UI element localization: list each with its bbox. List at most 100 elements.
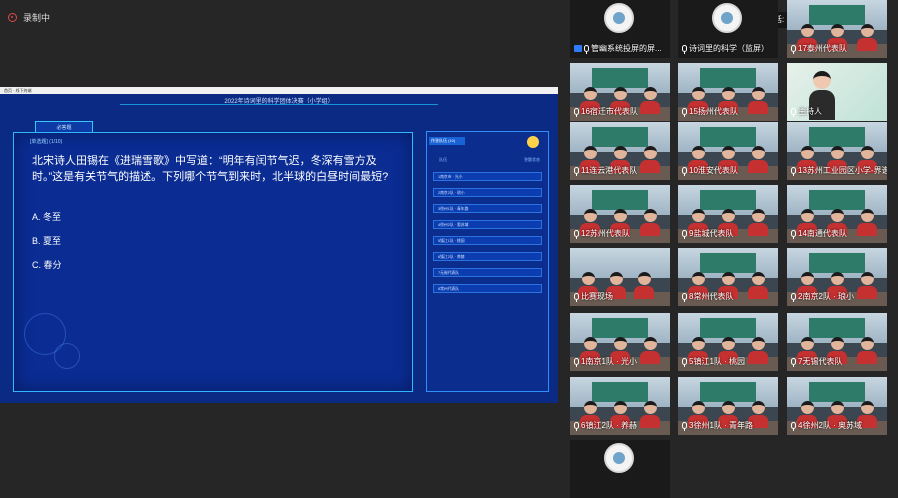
option-c: C. 春分 <box>32 260 62 270</box>
recording-indicator[interactable]: 录制中 <box>8 11 50 24</box>
microphone-icon <box>574 358 579 367</box>
question-text: 北宋诗人田锡在《进瑞雪歌》中写道：“明年有闰节气迟，冬深有雪方及时。”这是有关节… <box>32 155 389 183</box>
participant-tile[interactable]: 主持人 <box>787 63 887 121</box>
student-video <box>748 337 768 364</box>
student-video <box>748 272 768 299</box>
participant-tile[interactable]: 5镇江1队 · 桃园 <box>678 313 778 371</box>
participant-name-label: 15扬州代表队 <box>682 106 738 117</box>
shared-screen: 首页 · 线下终端 2022年诗词里的科学团体决赛（小学组） 必答题 [单选题]… <box>0 87 558 403</box>
participant-name-label: 17泰州代表队 <box>791 43 847 54</box>
column-team: 队伍 <box>439 157 447 162</box>
participant-tile[interactable]: 4徐州2队 · 奥苏域 <box>787 377 887 435</box>
team-row: 4徐州2队 · 奥苏域 <box>433 220 542 229</box>
classroom-screen <box>700 127 756 147</box>
classroom-screen <box>809 318 865 338</box>
avatar <box>604 443 634 473</box>
classroom-screen <box>592 68 648 88</box>
classroom-screen <box>592 190 648 210</box>
participant-name: 诗词里的科学（监屏） <box>689 44 769 53</box>
classroom-screen <box>809 253 865 273</box>
participant-tile[interactable]: 11连云港代表队 <box>570 122 670 180</box>
participant-name-label: 诗词里的科学（监屏） <box>682 43 769 54</box>
recording-label: 录制中 <box>23 13 51 23</box>
title-divider <box>120 104 438 105</box>
participant-tile[interactable]: 16宿迁市代表队 <box>570 63 670 121</box>
participant-name-label: 11连云港代表队 <box>574 165 637 176</box>
participant-name: 11连云港代表队 <box>581 166 638 175</box>
participant-name: 17泰州代表队 <box>798 44 847 53</box>
participant-name-label: 10淮安代表队 <box>682 165 738 176</box>
avatar <box>604 3 634 33</box>
participant-tile[interactable] <box>570 440 670 498</box>
participant-name: 12苏州代表队 <box>581 229 630 238</box>
participant-name: 5镇江1队 · 桃园 <box>689 357 746 366</box>
screen-share-icon <box>574 45 582 52</box>
participant-name-label: 9盐城代表队 <box>682 228 733 239</box>
participant-name-label: 比赛现场 <box>574 291 613 302</box>
participant-tile[interactable]: 8常州代表队 <box>678 248 778 306</box>
student-video <box>857 337 877 364</box>
record-icon <box>8 13 17 22</box>
classroom-screen <box>700 382 756 402</box>
participant-tile[interactable]: 10淮安代表队 <box>678 122 778 180</box>
team-row: 3徐州1队 · 青年路 <box>433 204 542 213</box>
answer-teams-columns: 队伍 答题状态 <box>439 157 540 163</box>
student-video <box>634 272 654 299</box>
participant-name: 10淮安代表队 <box>689 166 738 175</box>
classroom-screen <box>809 127 865 147</box>
classroom-screen <box>700 318 756 338</box>
classroom-screen <box>592 127 648 147</box>
participant-name-label: 管幽系统投屏的屏... <box>574 43 662 54</box>
student-video <box>857 24 877 51</box>
participant-name: 2南京2队 · 琅小 <box>798 292 855 301</box>
classroom-screen <box>592 382 648 402</box>
team-row: 7无锡代表队 <box>433 268 542 277</box>
microphone-icon <box>682 293 687 302</box>
participant-name-label: 8常州代表队 <box>682 291 733 302</box>
lightbulb-icon <box>527 136 539 148</box>
participant-name-label: 7无锡代表队 <box>791 356 842 367</box>
participant-tile[interactable]: 14南通代表队 <box>787 185 887 243</box>
participant-name: 6镇江2队 · 养赫 <box>581 421 638 430</box>
participant-tile[interactable]: 管幽系统投屏的屏... <box>570 0 670 58</box>
microphone-icon <box>791 422 796 431</box>
participant-name-label: 12苏州代表队 <box>574 228 630 239</box>
question-type-tag: [单选题] (1/10) <box>30 139 63 145</box>
microphone-icon <box>682 358 687 367</box>
participant-tile[interactable]: 2南京2队 · 琅小 <box>787 248 887 306</box>
microphone-icon <box>791 358 796 367</box>
microphone-icon <box>682 45 687 54</box>
participant-tile[interactable]: 3徐州1队 · 青年路 <box>678 377 778 435</box>
participant-tile[interactable]: 13苏州工业园区小学-界谱 <box>787 122 887 180</box>
participant-tile[interactable]: 7无锡代表队 <box>787 313 887 371</box>
participant-name: 15扬州代表队 <box>689 107 738 116</box>
participant-name-label: 5镇江1队 · 桃园 <box>682 356 745 367</box>
participant-tile[interactable]: 17泰州代表队 <box>787 0 887 58</box>
participant-name-label: 14南通代表队 <box>791 228 847 239</box>
microphone-icon <box>791 167 796 176</box>
microphone-icon <box>574 293 579 302</box>
classroom-screen <box>809 382 865 402</box>
student-video <box>640 146 660 173</box>
participant-tile[interactable]: 诗词里的科学（监屏） <box>678 0 778 58</box>
microphone-icon <box>682 108 687 117</box>
team-row: 1南京市 · 光小 <box>433 172 542 181</box>
student-video <box>640 209 660 236</box>
participant-name-label: 13苏州工业园区小学-界谱 <box>791 165 887 176</box>
participant-name-label: 4徐州2队 · 奥苏域 <box>791 420 862 431</box>
team-row: 8常州代表队 <box>433 284 542 293</box>
participant-tile[interactable]: 15扬州代表队 <box>678 63 778 121</box>
team-row: 2南京2队 · 琅小 <box>433 188 542 197</box>
microphone-icon <box>574 108 579 117</box>
participant-tile[interactable]: 9盐城代表队 <box>678 185 778 243</box>
participant-tile[interactable]: 6镇江2队 · 养赫 <box>570 377 670 435</box>
participant-name-label: 3徐州1队 · 青年路 <box>682 420 753 431</box>
participant-name: 16宿迁市代表队 <box>581 107 638 116</box>
participant-tile[interactable]: 12苏州代表队 <box>570 185 670 243</box>
participant-name-label: 16宿迁市代表队 <box>574 106 638 117</box>
participant-tile[interactable]: 比赛现场 <box>570 248 670 306</box>
participant-name: 3徐州1队 · 青年路 <box>689 421 754 430</box>
participant-tile[interactable]: 1南京1队 · 光小 <box>570 313 670 371</box>
classroom-screen <box>700 68 756 88</box>
answer-teams-panel: 作答队伍 (10) 队伍 答题状态 1南京市 · 光小 2南京2队 · 琅小 3… <box>426 131 549 392</box>
